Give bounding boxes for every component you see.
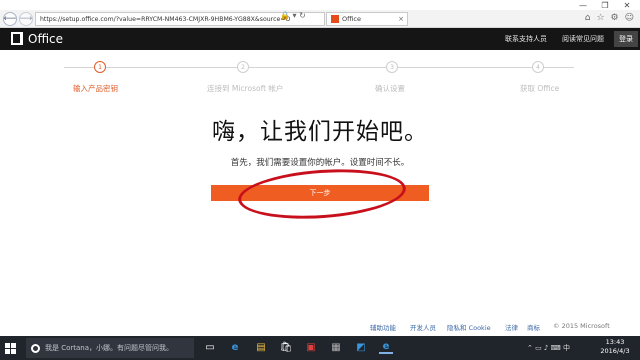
footer-trademark-link[interactable]: 商标 [527,322,540,332]
photos-icon[interactable]: ◩ [354,340,368,354]
maximize-icon[interactable]: ❐ [596,0,614,10]
step-2-circle: 2 [237,61,249,73]
calculator-icon[interactable]: ▦ [329,340,343,354]
footer-copyright: © 2015 Microsoft [553,322,610,330]
clock-time: 13:43 [605,338,625,346]
windows-taskbar: 我是 Cortana，小娜。有问题尽管问我。 ▭ e ▤ 🛍 ▣ ▦ ◩ e ⌃… [0,336,640,360]
ie-browser-icon[interactable]: e [379,340,393,354]
window-titlebar: — ❐ ✕ [0,0,640,10]
progress-line [64,67,574,68]
step-2-label: 连接到 Microsoft 帐户 [207,84,284,93]
step-3-circle: 3 [386,61,398,73]
page-title: 嗨，让我们开始吧。 [212,119,428,145]
footer-developers-link[interactable]: 开发人员 [410,322,436,332]
product-name: Office [28,32,64,46]
signin-button[interactable]: 登录 [614,31,638,47]
footer-accessibility-link[interactable]: 辅助功能 [370,322,396,332]
annotation-oval [236,164,408,224]
file-explorer-icon[interactable]: ▤ [254,340,268,354]
favorites-icon[interactable]: ☆ [596,13,604,23]
page-subtitle: 首先，我们需要设置你的帐户。设置时间不长。 [230,158,410,168]
address-text: https://setup.office.com/?value=RRYCM-NM… [40,15,291,23]
faq-link[interactable]: 阅读常见问题 [562,34,604,44]
task-view-icon[interactable]: ▭ [203,340,217,354]
office-favicon-icon [331,15,339,23]
step-4-label: 获取 Office [520,84,560,93]
office-app-icon[interactable]: ▣ [304,340,318,354]
settings-gear-icon[interactable]: ⚙ [611,13,619,23]
cortana-search-box[interactable]: 我是 Cortana，小娜。有问题尽管问我。 [26,338,194,358]
forward-icon[interactable]: ⟶ [19,12,33,26]
contact-support-link[interactable]: 联系支持人员 [505,34,547,44]
browser-right-icons: ⌂ ☆ ⚙ ☺ [585,13,634,23]
step-3-label: 确认设置 [375,84,405,93]
footer-legal-link[interactable]: 法律 [505,322,518,332]
cortana-search-text: 我是 Cortana，小娜。有问题尽管问我。 [45,344,174,352]
screen: — ❐ ✕ ⟵ ⟶ https://setup.office.com/?valu… [0,0,640,360]
edge-browser-icon[interactable]: e [228,340,242,354]
office-logo-icon [11,32,23,45]
footer-privacy-link[interactable]: 隐私和 Cookie [447,322,491,332]
windows-start-icon[interactable] [5,343,17,355]
address-actions-icon[interactable]: 🔒 ▾ ↻ [280,11,306,20]
back-icon[interactable]: ⟵ [3,12,17,26]
step-4-circle: 4 [532,61,544,73]
taskbar-clock[interactable]: 13:43 2016/4/3 [596,338,634,356]
clock-date: 2016/4/3 [600,347,630,355]
office-header: Office 联系支持人员 阅读常见问题 登录 [0,28,640,50]
close-window-icon[interactable]: ✕ [618,0,636,10]
browser-tab[interactable]: Office × [326,12,408,26]
tab-title: Office [342,15,361,23]
smiley-feedback-icon[interactable]: ☺ [625,13,634,23]
tab-close-icon[interactable]: × [398,15,404,23]
system-tray-icons[interactable]: ⌃ ▭ ♪ ⌨ 中 [527,343,570,353]
store-icon[interactable]: 🛍 [279,340,293,354]
browser-toolbar: ⟵ ⟶ https://setup.office.com/?value=RRYC… [0,10,640,28]
step-1-circle: 1 [94,61,106,73]
home-icon[interactable]: ⌂ [585,13,591,23]
minimize-icon[interactable]: — [574,0,592,10]
cortana-icon [31,343,40,353]
step-1-label: 输入产品密钥 [73,84,118,93]
